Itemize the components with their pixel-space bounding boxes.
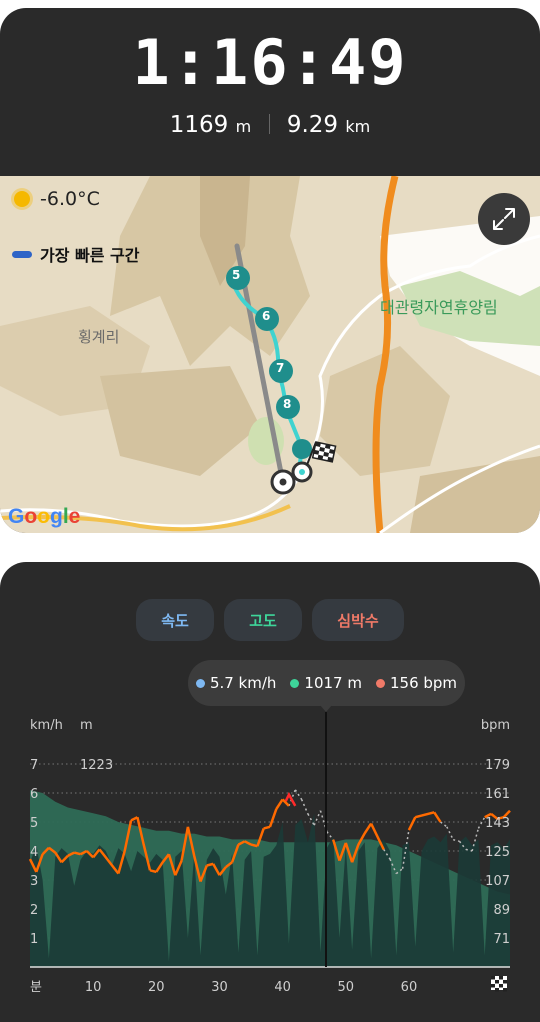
y-right-tick-label: 161 <box>485 787 510 802</box>
route-map[interactable]: 5 6 7 8 대관령자연휴양림 횡계리 <box>0 176 540 533</box>
x-tick-label: 10 <box>85 980 102 995</box>
x-tick-label: 20 <box>148 980 165 995</box>
y-left-tick-label: 6 <box>30 787 38 802</box>
distance-value: 9.29 <box>286 112 339 138</box>
y-left-unit-label: km/h <box>30 718 63 733</box>
y-left-tick-label: 5 <box>30 816 38 831</box>
duration-timer: 1:16:49 <box>132 26 408 99</box>
elevation-value: 1169 <box>169 112 229 138</box>
tooltip-pointer <box>320 705 332 712</box>
y-altitude-unit-label: m <box>80 718 93 733</box>
chart-tooltip: 5.7 km/h 1017 m 156 bpm <box>188 660 465 706</box>
tooltip-speed: 5.7 km/h <box>195 674 277 692</box>
x-axis-label: 분 <box>30 980 42 995</box>
route-marker-7: 7 <box>276 361 285 375</box>
x-tick-label: 60 <box>401 980 418 995</box>
tooltip-altitude: 1017 m <box>290 674 362 692</box>
workout-summary-card: 1:16:49 1169 m 9.29 km 5 6 7 8 대관령자연휴양림 … <box>0 8 540 533</box>
y-right-tick-label: 89 <box>493 903 510 918</box>
stats-divider <box>268 114 270 134</box>
chart-card: 속도 고도 심박수 km/h m bpm 7 6 5 4 3 2 1 1223 179 161 143 12… <box>0 562 540 1022</box>
y-right-tick-label: 71 <box>493 932 510 947</box>
weather-info: -6.0°C <box>14 188 100 210</box>
tooltip-altitude-value: 1017 m <box>304 674 362 692</box>
workout-chart[interactable]: km/h m bpm 7 6 5 4 3 2 1 1223 179 161 143 125 107 89 71 분 1… <box>0 562 540 1007</box>
x-tick-label: 40 <box>274 980 291 995</box>
workout-stats: 1169 m 9.29 km <box>0 111 540 141</box>
temperature: -6.0°C <box>40 188 100 210</box>
tooltip-heart-rate-value: 156 bpm <box>389 674 458 692</box>
map-attribution: Google <box>8 505 81 528</box>
y-right-tick-label: 143 <box>485 816 510 831</box>
y-left-tick-label: 2 <box>30 903 38 918</box>
route-marker-5: 5 <box>232 268 241 282</box>
y-right-tick-label: 125 <box>485 845 510 860</box>
x-tick-label: 30 <box>211 980 228 995</box>
y-altitude-tick-label: 1223 <box>80 758 113 773</box>
x-tick-label: 50 <box>338 980 355 995</box>
map-legend: 가장 빠른 구간 <box>12 242 139 266</box>
y-left-tick-label: 1 <box>30 932 38 947</box>
y-left-tick-label: 3 <box>30 874 38 889</box>
map-canvas <box>0 176 540 533</box>
y-left-tick-label: 7 <box>30 758 38 773</box>
tooltip-heart-rate: 156 bpm <box>375 674 458 692</box>
y-left-tick-label: 4 <box>30 845 38 860</box>
elevation-unit: m <box>235 117 252 136</box>
y-right-tick-label: 107 <box>485 874 510 889</box>
route-marker-8: 8 <box>283 397 292 411</box>
distance-unit: km <box>345 117 371 136</box>
tooltip-speed-value: 5.7 km/h <box>209 674 277 692</box>
route-marker-6: 6 <box>262 309 271 323</box>
legend-label: 가장 빠른 구간 <box>40 246 140 265</box>
finish-flag-icon <box>491 976 507 992</box>
expand-icon <box>493 208 515 230</box>
y-right-tick-label: 179 <box>485 758 510 773</box>
fastest-segment-swatch <box>12 250 32 258</box>
sun-icon <box>14 191 30 207</box>
place-label-forest: 대관령자연휴양림 <box>380 298 498 317</box>
expand-map-button[interactable] <box>478 193 530 245</box>
place-label-village: 횡계리 <box>78 328 120 346</box>
y-right-unit-label: bpm <box>481 718 510 733</box>
